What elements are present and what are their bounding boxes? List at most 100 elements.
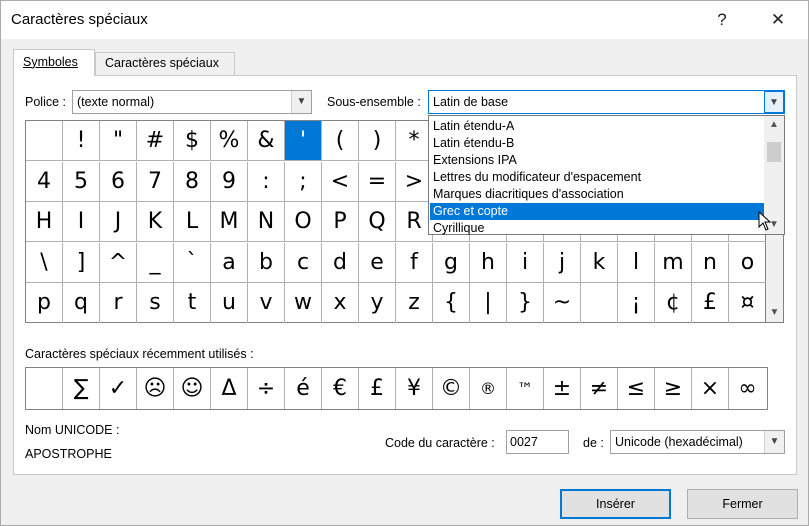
recent-symbol-cell[interactable]: é <box>285 368 322 409</box>
recent-symbol-cell[interactable]: ∞ <box>729 368 766 409</box>
symbol-cell[interactable]: $ <box>174 121 211 161</box>
symbol-cell[interactable]: } <box>507 283 544 323</box>
symbol-cell[interactable]: ~ <box>544 283 581 323</box>
recent-symbol-cell[interactable]: ¥ <box>396 368 433 409</box>
recent-symbol-cell[interactable]: © <box>433 368 470 409</box>
symbol-cell[interactable]: M <box>211 202 248 242</box>
tab-symboles[interactable]: Symboles <box>13 49 95 76</box>
symbol-cell[interactable] <box>581 283 618 323</box>
symbol-cell[interactable]: ¡ <box>618 283 655 323</box>
symbol-cell[interactable]: s <box>137 283 174 323</box>
recent-symbol-cell[interactable]: ≥ <box>655 368 692 409</box>
dropdown-option[interactable]: Extensions IPA <box>430 152 764 169</box>
symbol-cell[interactable]: : <box>248 161 285 202</box>
symbol-cell[interactable]: 7 <box>137 161 174 202</box>
close-icon[interactable]: ✕ <box>756 5 800 35</box>
symbol-cell[interactable]: y <box>359 283 396 323</box>
tab-caracteres-speciaux[interactable]: Caractères spéciaux <box>95 52 235 75</box>
symbol-cell[interactable]: 5 <box>63 161 100 202</box>
dropdown-option[interactable]: Cyrillique <box>430 220 764 237</box>
chevron-down-icon[interactable]: ▼ <box>764 91 784 113</box>
symbol-cell[interactable]: ; <box>285 161 322 202</box>
close-button[interactable]: Fermer <box>687 489 798 519</box>
symbol-cell[interactable]: o <box>729 243 766 283</box>
dropdown-option[interactable]: Latin étendu-B <box>430 135 764 152</box>
symbol-cell[interactable]: k <box>581 242 618 283</box>
symbol-cell[interactable]: P <box>322 202 359 242</box>
symbol-cell[interactable]: & <box>248 121 285 161</box>
symbol-cell[interactable]: \ <box>26 242 63 283</box>
symbol-cell[interactable]: ) <box>359 121 396 161</box>
symbol-cell[interactable]: = <box>359 161 396 202</box>
symbol-cell[interactable]: b <box>248 242 285 283</box>
symbol-cell[interactable]: { <box>433 283 470 323</box>
symbol-cell[interactable]: e <box>359 242 396 283</box>
recent-symbol-cell[interactable]: ☺ <box>174 368 211 409</box>
recent-symbol-cell[interactable]: € <box>322 368 359 409</box>
chevron-down-icon[interactable]: ▼ <box>291 91 311 113</box>
symbol-cell[interactable]: 8 <box>174 161 211 202</box>
symbol-cell[interactable]: f <box>396 242 433 283</box>
symbol-cell[interactable]: N <box>248 202 285 242</box>
symbol-cell[interactable]: 4 <box>26 161 63 202</box>
symbol-cell[interactable]: i <box>507 242 544 283</box>
recent-symbol-cell[interactable]: ☹ <box>137 368 174 409</box>
symbol-cell[interactable]: J <box>100 202 137 242</box>
symbol-cell[interactable]: m <box>655 242 692 283</box>
subset-select[interactable]: Latin de base ▼ <box>428 90 785 114</box>
symbol-cell[interactable]: # <box>137 121 174 161</box>
symbol-cell[interactable]: r <box>100 283 137 323</box>
scroll-up-icon[interactable]: ▲ <box>764 116 784 134</box>
recent-symbols-row[interactable]: ∑ ✓ ☹ ☺ Δ ÷ é € £ ¥ © ® ™ ± ≠ ≤ ≥ × ∞ <box>25 367 768 410</box>
symbol-cell[interactable]: Q <box>359 202 396 242</box>
insert-button[interactable]: Insérer <box>560 489 671 519</box>
recent-symbol-cell[interactable]: ✓ <box>100 368 137 409</box>
symbol-cell[interactable]: u <box>211 283 248 323</box>
symbol-cell[interactable]: d <box>322 242 359 283</box>
symbol-cell[interactable]: < <box>322 161 359 202</box>
subset-dropdown-list[interactable]: ▲ ▼ Latin étendu-A Latin étendu-B Extensio… <box>428 115 785 235</box>
symbol-cell[interactable]: w <box>285 283 322 323</box>
symbol-cell[interactable]: £ <box>692 283 729 323</box>
scroll-down-icon[interactable]: ▼ <box>766 304 783 322</box>
symbol-cell[interactable]: H <box>26 202 63 242</box>
symbol-cell[interactable]: " <box>100 121 137 161</box>
symbol-cell[interactable]: p <box>26 283 63 323</box>
chevron-down-icon[interactable]: ▼ <box>764 431 784 453</box>
symbol-cell[interactable]: ^ <box>100 242 137 283</box>
symbol-cell[interactable]: ! <box>63 121 100 161</box>
symbol-cell[interactable]: | <box>470 283 507 323</box>
symbol-cell[interactable]: _ <box>137 242 174 283</box>
symbol-cell[interactable]: ' <box>285 121 322 161</box>
recent-symbol-cell[interactable]: ® <box>470 368 507 409</box>
symbol-cell[interactable]: L <box>174 202 211 242</box>
dropdown-option[interactable]: Latin étendu-A <box>430 118 764 135</box>
symbol-cell[interactable]: v <box>248 283 285 323</box>
symbol-cell[interactable]: t <box>174 283 211 323</box>
symbol-cell[interactable]: 6 <box>100 161 137 202</box>
symbol-cell[interactable]: h <box>470 242 507 283</box>
recent-symbol-cell[interactable]: ∑ <box>63 368 100 409</box>
from-select[interactable]: Unicode (hexadécimal) ▼ <box>610 430 785 454</box>
recent-symbol-cell[interactable]: Δ <box>211 368 248 409</box>
font-select[interactable]: (texte normal) ▼ <box>72 90 312 114</box>
symbol-cell[interactable]: a <box>211 242 248 283</box>
recent-symbol-cell[interactable] <box>26 368 63 409</box>
symbol-cell[interactable]: I <box>63 202 100 242</box>
recent-symbol-cell[interactable]: ≤ <box>618 368 655 409</box>
symbol-cell[interactable]: q <box>63 283 100 323</box>
recent-symbol-cell[interactable]: × <box>692 368 729 409</box>
recent-symbol-cell[interactable]: £ <box>359 368 396 409</box>
recent-symbol-cell[interactable]: ÷ <box>248 368 285 409</box>
scroll-thumb[interactable] <box>767 142 781 162</box>
dropdown-option[interactable]: Lettres du modificateur d'espacement <box>430 169 764 186</box>
symbol-cell[interactable]: ` <box>174 242 211 283</box>
char-code-input[interactable]: 0027 <box>506 430 569 454</box>
symbol-cell[interactable]: x <box>322 283 359 323</box>
symbol-cell[interactable]: g <box>433 242 470 283</box>
recent-symbol-cell[interactable]: ™ <box>507 368 544 409</box>
symbol-cell[interactable]: K <box>137 202 174 242</box>
dropdown-option[interactable]: Grec et copte <box>430 203 764 220</box>
symbol-cell[interactable]: O <box>285 202 322 242</box>
symbol-cell[interactable]: ( <box>322 121 359 161</box>
